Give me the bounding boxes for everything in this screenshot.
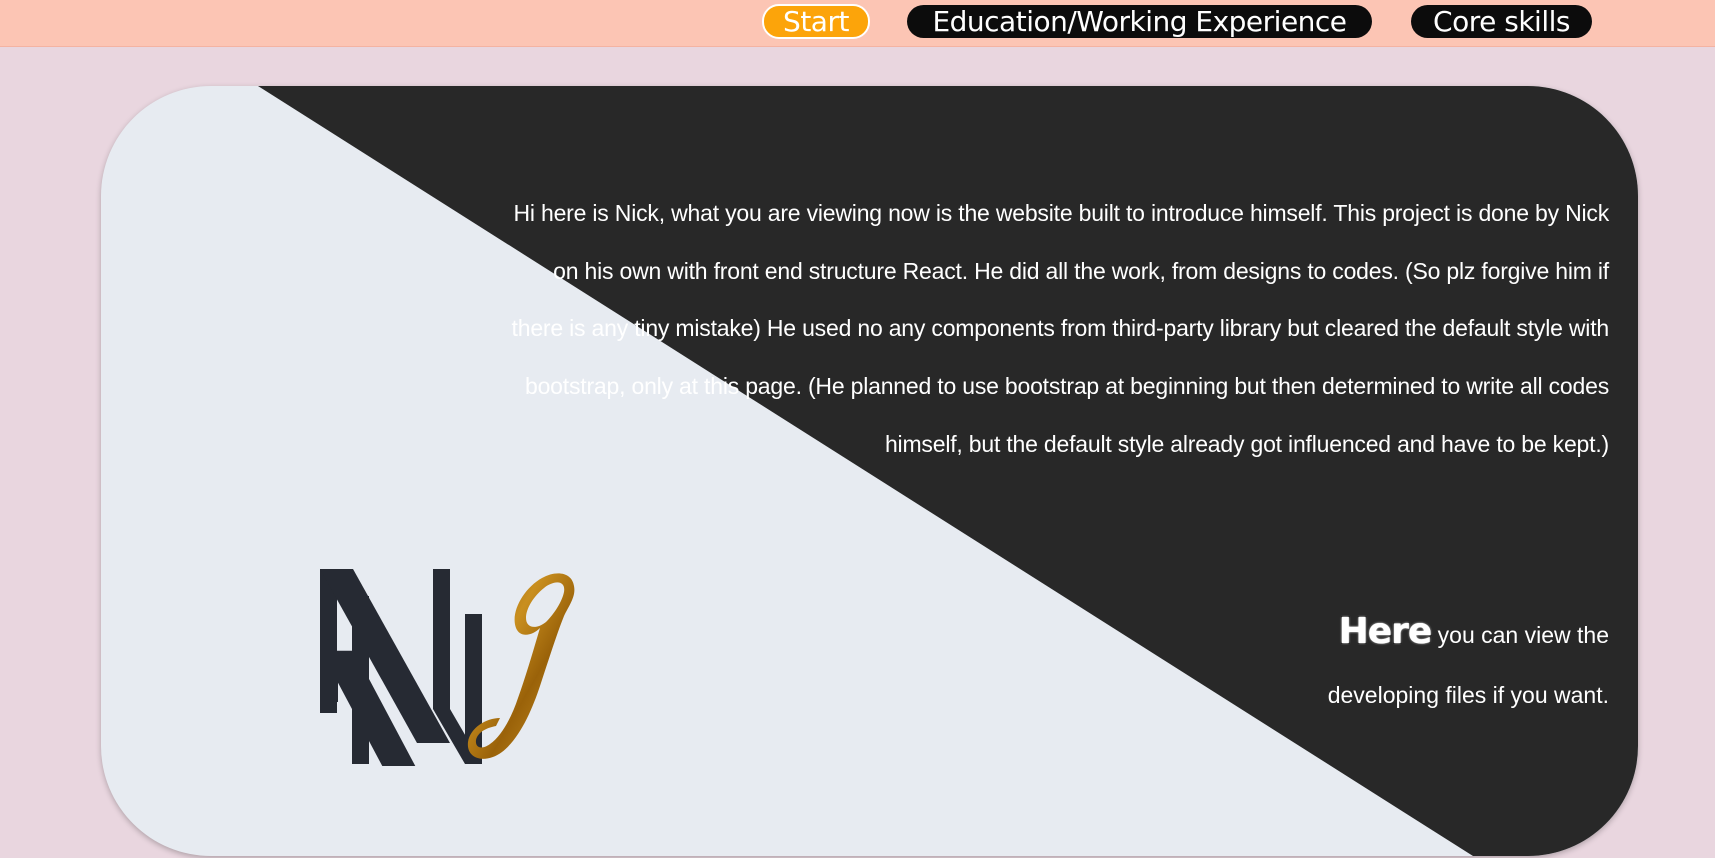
logo-letter-j [467,573,575,759]
link-suffix-text: you can view the [1431,622,1609,648]
source-link-block: Here you can view the developing files i… [1109,606,1609,710]
nj-logo [320,569,575,766]
nav-education-button[interactable]: Education/Working Experience [907,5,1372,38]
nav-core-skills-button[interactable]: Core skills [1411,5,1592,38]
intro-card: Hi here is Nick, what you are viewing no… [101,86,1638,856]
nav-start-button[interactable]: Start [762,4,870,39]
top-navbar: Start Education/Working Experience Core … [0,0,1715,47]
here-link[interactable]: Here [1338,610,1434,653]
logo-letter-n [320,569,482,766]
link-line-2: developing files if you want. [1327,682,1609,708]
intro-paragraph: Hi here is Nick, what you are viewing no… [511,200,1610,457]
